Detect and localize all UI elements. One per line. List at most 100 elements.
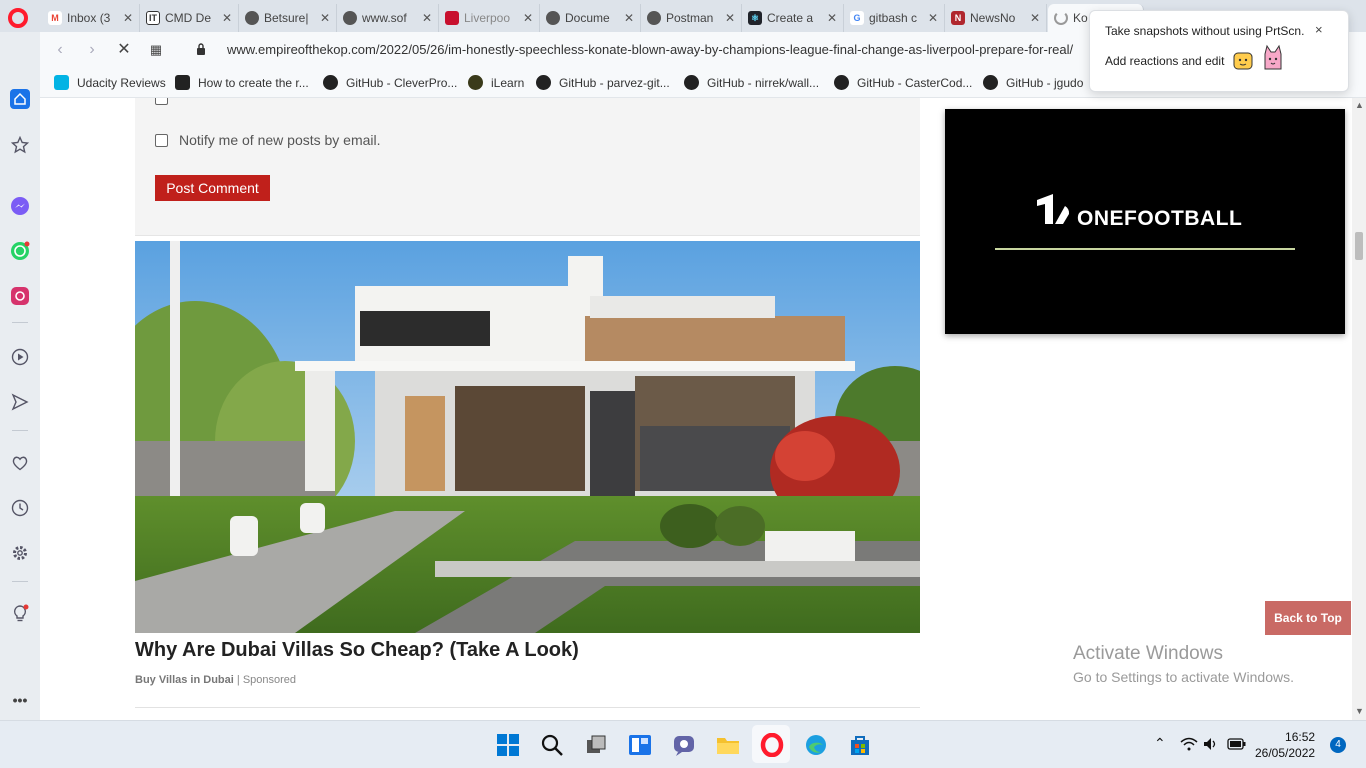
star-icon[interactable] xyxy=(10,135,30,155)
tab-title: Postman xyxy=(666,11,714,25)
scroll-thumb[interactable] xyxy=(1355,232,1363,260)
close-icon[interactable]: ✕ xyxy=(725,11,735,25)
notify-followup-checkbox[interactable] xyxy=(155,98,168,105)
windows-start-icon[interactable] xyxy=(496,733,520,757)
task-view-icon[interactable] xyxy=(584,733,608,757)
watermark-subtitle: Go to Settings to activate Windows. xyxy=(1073,669,1294,685)
ad-source: Buy Villas in Dubai | Sponsored xyxy=(135,674,297,686)
heart-icon[interactable] xyxy=(10,453,30,473)
tab-gitbash[interactable]: G gitbash c ✕ xyxy=(844,4,945,32)
github-icon xyxy=(684,75,699,90)
ad-villa-image[interactable] xyxy=(135,241,920,633)
microsoft-store-icon[interactable] xyxy=(848,733,872,757)
scroll-down-icon[interactable]: ▼ xyxy=(1355,706,1364,716)
globe-icon xyxy=(245,11,259,25)
close-icon[interactable]: × xyxy=(1315,22,1323,37)
wifi-icon[interactable] xyxy=(1180,737,1198,751)
page-scrollbar[interactable]: ▲ ▼ xyxy=(1352,98,1366,720)
chevron-up-icon[interactable]: ⌃ xyxy=(1154,735,1166,752)
bookmark-github-nirrek[interactable]: GitHub - nirrek/wall... xyxy=(684,75,819,90)
tab-liverpool[interactable]: Liverpoo ✕ xyxy=(439,4,540,32)
bookmark-github-castercod[interactable]: GitHub - CasterCod... xyxy=(834,75,972,90)
divider xyxy=(135,707,920,708)
battery-icon[interactable] xyxy=(1227,737,1247,751)
onefootball-video-player[interactable]: ONEFOOTBALL xyxy=(945,109,1345,334)
close-icon[interactable]: ✕ xyxy=(1030,11,1040,25)
tab-title: Inbox (3 xyxy=(67,11,111,25)
tab-title: Betsure| xyxy=(264,11,309,25)
bookmark-github-jgudo[interactable]: GitHub - jgudo xyxy=(983,75,1083,90)
close-icon[interactable]: ✕ xyxy=(422,11,432,25)
home-icon[interactable] xyxy=(10,89,30,109)
tab-docume[interactable]: Docume ✕ xyxy=(540,4,641,32)
ad-headline[interactable]: Why Are Dubai Villas So Cheap? (Take A L… xyxy=(135,639,579,662)
ilearn-icon xyxy=(468,75,483,90)
tab-betsure[interactable]: Betsure| ✕ xyxy=(239,4,337,32)
back-icon[interactable]: ‹ xyxy=(50,40,70,60)
clock-time: 16:52 xyxy=(1285,730,1316,744)
tab-title: NewsNo xyxy=(970,11,1016,25)
whatsapp-icon[interactable] xyxy=(10,241,30,261)
close-icon[interactable]: ✕ xyxy=(928,11,938,25)
close-icon[interactable]: ✕ xyxy=(222,11,232,25)
scroll-up-icon[interactable]: ▲ xyxy=(1355,100,1364,110)
widgets-icon[interactable] xyxy=(628,733,652,757)
tab-cmd[interactable]: IT CMD De ✕ xyxy=(140,4,239,32)
notify-posts-checkbox[interactable] xyxy=(155,134,168,147)
snapshot-tip-popup: Take snapshots without using PrtScn. Add… xyxy=(1089,10,1349,92)
gmail-icon: M xyxy=(48,11,62,25)
ad-source-name[interactable]: Buy Villas in Dubai xyxy=(135,674,234,686)
bookmark-udacity[interactable]: Udacity Reviews xyxy=(54,75,166,90)
url-field[interactable]: www.empireofthekop.com/2022/05/26/im-hon… xyxy=(227,42,1087,57)
send-icon[interactable] xyxy=(10,392,30,412)
settings-icon[interactable] xyxy=(10,543,30,563)
medium-icon xyxy=(175,75,190,90)
tab-www-sof[interactable]: www.sof ✕ xyxy=(337,4,439,32)
stop-icon[interactable]: ✕ xyxy=(114,40,134,60)
more-icon[interactable]: ••• xyxy=(10,690,30,710)
tab-create-a[interactable]: ⚛ Create a ✕ xyxy=(742,4,844,32)
bookmark-ilearn[interactable]: iLearn xyxy=(468,75,524,90)
player-icon[interactable] xyxy=(10,347,30,367)
opera-browser-icon[interactable] xyxy=(760,733,784,757)
forward-icon[interactable]: › xyxy=(82,40,102,60)
instagram-icon[interactable] xyxy=(10,286,30,306)
volume-icon[interactable] xyxy=(1203,737,1219,751)
reaction-creature-icon xyxy=(1264,44,1282,70)
close-icon[interactable]: ✕ xyxy=(123,11,133,25)
messenger-icon[interactable] xyxy=(10,196,30,216)
tab-newsnow[interactable]: N NewsNo ✕ xyxy=(945,4,1047,32)
bookmark-github-parvez[interactable]: GitHub - parvez-git... xyxy=(536,75,670,90)
tabs-grid-icon[interactable]: ▦ xyxy=(146,40,166,60)
post-comment-button[interactable]: Post Comment xyxy=(155,175,270,201)
history-icon[interactable] xyxy=(10,498,30,518)
teams-chat-icon[interactable] xyxy=(672,733,696,757)
google-icon: G xyxy=(850,11,864,25)
sidebar: ••• xyxy=(0,32,40,720)
close-icon[interactable]: ✕ xyxy=(624,11,634,25)
comment-form: Notify me of new posts by email. Post Co… xyxy=(135,98,920,236)
video-progress-bar[interactable] xyxy=(995,248,1295,250)
tab-postman[interactable]: Postman ✕ xyxy=(641,4,742,32)
close-icon[interactable]: ✕ xyxy=(523,11,533,25)
sidebar-divider xyxy=(12,581,28,582)
opera-logo-icon[interactable] xyxy=(8,8,28,28)
udacity-icon xyxy=(54,75,69,90)
close-icon[interactable]: ✕ xyxy=(827,11,837,25)
tab-inbox[interactable]: M Inbox (3 ✕ xyxy=(42,4,140,32)
bookmark-label: GitHub - CleverPro... xyxy=(346,75,458,90)
it-icon: IT xyxy=(146,11,160,25)
edge-browser-icon[interactable] xyxy=(804,733,828,757)
back-to-top-button[interactable]: Back to Top xyxy=(1265,601,1351,635)
tab-title: Docume xyxy=(565,11,610,25)
system-clock[interactable]: 16:52 26/05/2022 xyxy=(1255,729,1315,761)
search-icon[interactable] xyxy=(540,733,564,757)
bookmark-medium[interactable]: How to create the r... xyxy=(175,75,309,90)
bookmark-github-cleverpro[interactable]: GitHub - CleverPro... xyxy=(323,75,457,90)
bookmark-label: How to create the r... xyxy=(198,75,309,90)
lightbulb-icon[interactable] xyxy=(10,604,30,624)
notification-badge[interactable]: 4 xyxy=(1330,737,1346,753)
file-explorer-icon[interactable] xyxy=(716,733,740,757)
close-icon[interactable]: ✕ xyxy=(320,11,330,25)
onefootball-wordmark: ONEFOOTBALL xyxy=(1077,207,1243,230)
